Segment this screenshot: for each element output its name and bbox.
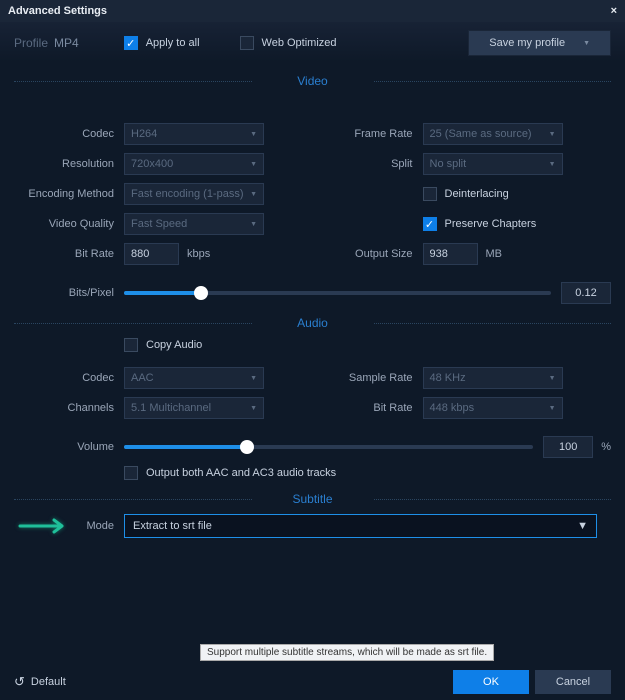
web-optimized-checkbox[interactable]: Web Optimized (240, 36, 337, 50)
sample-rate-label: Sample Rate (313, 372, 423, 384)
framerate-select[interactable]: 25 (Same as source)▼ (423, 123, 563, 145)
close-icon[interactable]: × (611, 5, 617, 17)
quality-label: Video Quality (14, 218, 124, 230)
volume-value: 100 (543, 436, 593, 458)
output-both-checkbox[interactable]: Output both AAC and AC3 audio tracks (14, 466, 611, 480)
pointer-arrow-icon (14, 517, 74, 535)
chevron-down-icon: ▼ (250, 375, 257, 382)
header: ProfileMP4 ✓ Apply to all Web Optimized … (0, 22, 625, 62)
audio-section-header: Audio (0, 316, 625, 330)
resolution-select[interactable]: 720x400▼ (124, 153, 264, 175)
deinterlacing-checkbox[interactable]: Deinterlacing (423, 187, 509, 201)
encoding-label: Encoding Method (14, 188, 124, 200)
cancel-button[interactable]: Cancel (535, 670, 611, 694)
mode-label: Mode (74, 520, 124, 532)
default-button[interactable]: ↺ Default (14, 674, 66, 690)
chevron-down-icon: ▼ (577, 520, 588, 532)
encoding-method-select[interactable]: Fast encoding (1-pass)▼ (124, 183, 264, 205)
checkmark-icon: ✓ (423, 217, 437, 231)
checkbox-empty-icon (124, 338, 138, 352)
split-label: Split (313, 158, 423, 170)
volume-slider[interactable] (124, 445, 533, 449)
footer: ↺ Default OK Cancel (0, 664, 625, 700)
chevron-down-icon: ▼ (250, 221, 257, 228)
audio-bitrate-select[interactable]: 448 kbps▼ (423, 397, 563, 419)
copy-audio-checkbox[interactable]: Copy Audio (14, 338, 611, 352)
volume-label: Volume (14, 441, 124, 453)
channels-select[interactable]: 5.1 Multichannel▼ (124, 397, 264, 419)
profile-label: ProfileMP4 (14, 36, 79, 50)
framerate-label: Frame Rate (313, 128, 423, 140)
output-size-label: Output Size (313, 248, 423, 260)
undo-icon: ↺ (14, 674, 25, 690)
channels-label: Channels (14, 402, 124, 414)
checkbox-empty-icon (124, 466, 138, 480)
apply-to-all-checkbox[interactable]: ✓ Apply to all (124, 36, 200, 50)
title-bar: Advanced Settings × (0, 0, 625, 22)
chevron-down-icon: ▼ (549, 375, 556, 382)
resolution-label: Resolution (14, 158, 124, 170)
video-codec-select[interactable]: H264▼ (124, 123, 264, 145)
checkmark-icon: ✓ (124, 36, 138, 50)
bits-pixel-slider[interactable] (124, 291, 551, 295)
chevron-down-icon: ▼ (549, 131, 556, 138)
video-bitrate-input[interactable] (124, 243, 179, 265)
chevron-down-icon: ▼ (250, 405, 257, 412)
bits-pixel-value: 0.12 (561, 282, 611, 304)
output-size-input[interactable] (423, 243, 478, 265)
audio-codec-select[interactable]: AAC▼ (124, 367, 264, 389)
subtitle-mode-select[interactable]: Extract to srt file▼ (124, 514, 597, 538)
chevron-down-icon: ▼ (583, 40, 590, 47)
tooltip: Support multiple subtitle streams, which… (200, 644, 494, 661)
chevron-down-icon: ▼ (250, 161, 257, 168)
ok-button[interactable]: OK (453, 670, 529, 694)
subtitle-section-header: Subtitle (0, 492, 625, 506)
save-profile-button[interactable]: Save my profile ▼ (468, 30, 611, 56)
chevron-down-icon: ▼ (250, 131, 257, 138)
bitrate-label: Bit Rate (14, 248, 124, 260)
chevron-down-icon: ▼ (250, 191, 257, 198)
video-quality-select[interactable]: Fast Speed▼ (124, 213, 264, 235)
video-section-header: Video (0, 74, 625, 88)
audio-bitrate-label: Bit Rate (313, 402, 423, 414)
chevron-down-icon: ▼ (549, 161, 556, 168)
chevron-down-icon: ▼ (549, 405, 556, 412)
checkbox-empty-icon (240, 36, 254, 50)
audio-codec-label: Codec (14, 372, 124, 384)
codec-label: Codec (14, 128, 124, 140)
sample-rate-select[interactable]: 48 KHz▼ (423, 367, 563, 389)
bits-pixel-label: Bits/Pixel (14, 287, 124, 299)
checkbox-empty-icon (423, 187, 437, 201)
split-select[interactable]: No split▼ (423, 153, 563, 175)
preserve-chapters-checkbox[interactable]: ✓Preserve Chapters (423, 217, 537, 231)
window-title: Advanced Settings (8, 5, 107, 17)
